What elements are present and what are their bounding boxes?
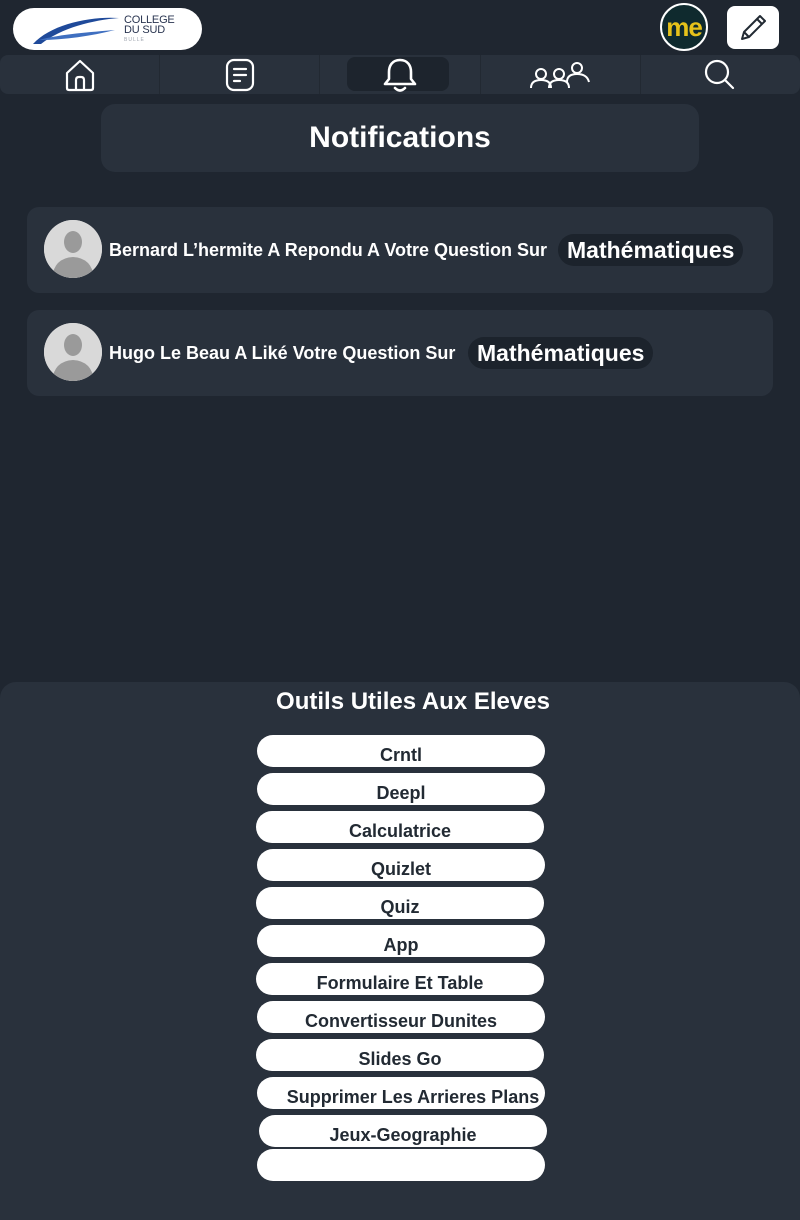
subject-tag[interactable]: Mathématiques [558, 234, 744, 266]
notification-item[interactable]: Bernard L’hermite A Repondu A Votre Ques… [27, 207, 773, 293]
home-icon [65, 59, 94, 91]
tool-link-quizlet[interactable]: Quizlet [257, 849, 545, 881]
tool-link-supprimer-arriere-plans[interactable]: Supprimer Les Arrieres Plans [257, 1077, 545, 1109]
user-avatar [44, 323, 102, 381]
notification-message: Hugo Le Beau A Liké Votre Question Sur [109, 342, 456, 363]
page-title-box: Notifications [101, 104, 699, 172]
nav-search[interactable] [641, 55, 800, 94]
compose-button[interactable] [727, 6, 779, 49]
nav-questions[interactable] [160, 55, 321, 94]
logo-text: COLLEGE DU SUD [124, 14, 175, 36]
notification-message: Bernard L’hermite A Repondu A Votre Ques… [109, 239, 548, 260]
tool-link-deepl[interactable]: Deepl [257, 773, 545, 805]
logo-subtext: BULLE [124, 37, 145, 43]
page-title: Notifications [309, 121, 491, 154]
pencil-icon [741, 14, 766, 40]
bell-icon [383, 58, 417, 92]
tools-panel: Outils Utiles Aux Eleves Crntl Deepl Cal… [0, 682, 800, 1220]
nav-community[interactable] [481, 55, 641, 94]
user-avatar [44, 220, 102, 278]
nav-notifications[interactable] [320, 55, 481, 94]
document-icon [225, 58, 254, 91]
subject-tag[interactable]: Mathématiques [468, 337, 654, 369]
main-navigation [0, 55, 800, 94]
search-icon [705, 59, 735, 89]
tool-link-formulaire[interactable]: Formulaire Et Table [256, 963, 544, 995]
tool-link-empty[interactable] [257, 1149, 545, 1181]
profile-avatar[interactable]: me [660, 3, 708, 51]
profile-badge-text: me [666, 11, 703, 42]
notification-item[interactable]: Hugo Le Beau A Liké Votre Question Sur M… [27, 310, 773, 396]
tool-link-crntl[interactable]: Crntl [257, 735, 545, 767]
tool-link-convertisseur[interactable]: Convertisseur Dunites [257, 1001, 545, 1033]
tool-link-slides-go[interactable]: Slides Go [256, 1039, 544, 1071]
default-user-icon [44, 220, 102, 278]
tool-link-quiz[interactable]: Quiz [256, 887, 544, 919]
tools-title: Outils Utiles Aux Eleves [276, 688, 550, 715]
school-logo[interactable]: COLLEGE DU SUD BULLE [13, 8, 202, 50]
top-bar: COLLEGE DU SUD BULLE me [0, 0, 800, 56]
logo-swoosh-icon [33, 17, 119, 44]
nav-home[interactable] [0, 55, 161, 94]
tool-link-app[interactable]: App [257, 925, 545, 957]
default-user-icon [44, 323, 102, 381]
tool-link-jeux-geographie[interactable]: Jeux-Geographie [259, 1115, 547, 1147]
people-icon [530, 61, 591, 88]
tool-link-calculatrice[interactable]: Calculatrice [256, 811, 544, 843]
